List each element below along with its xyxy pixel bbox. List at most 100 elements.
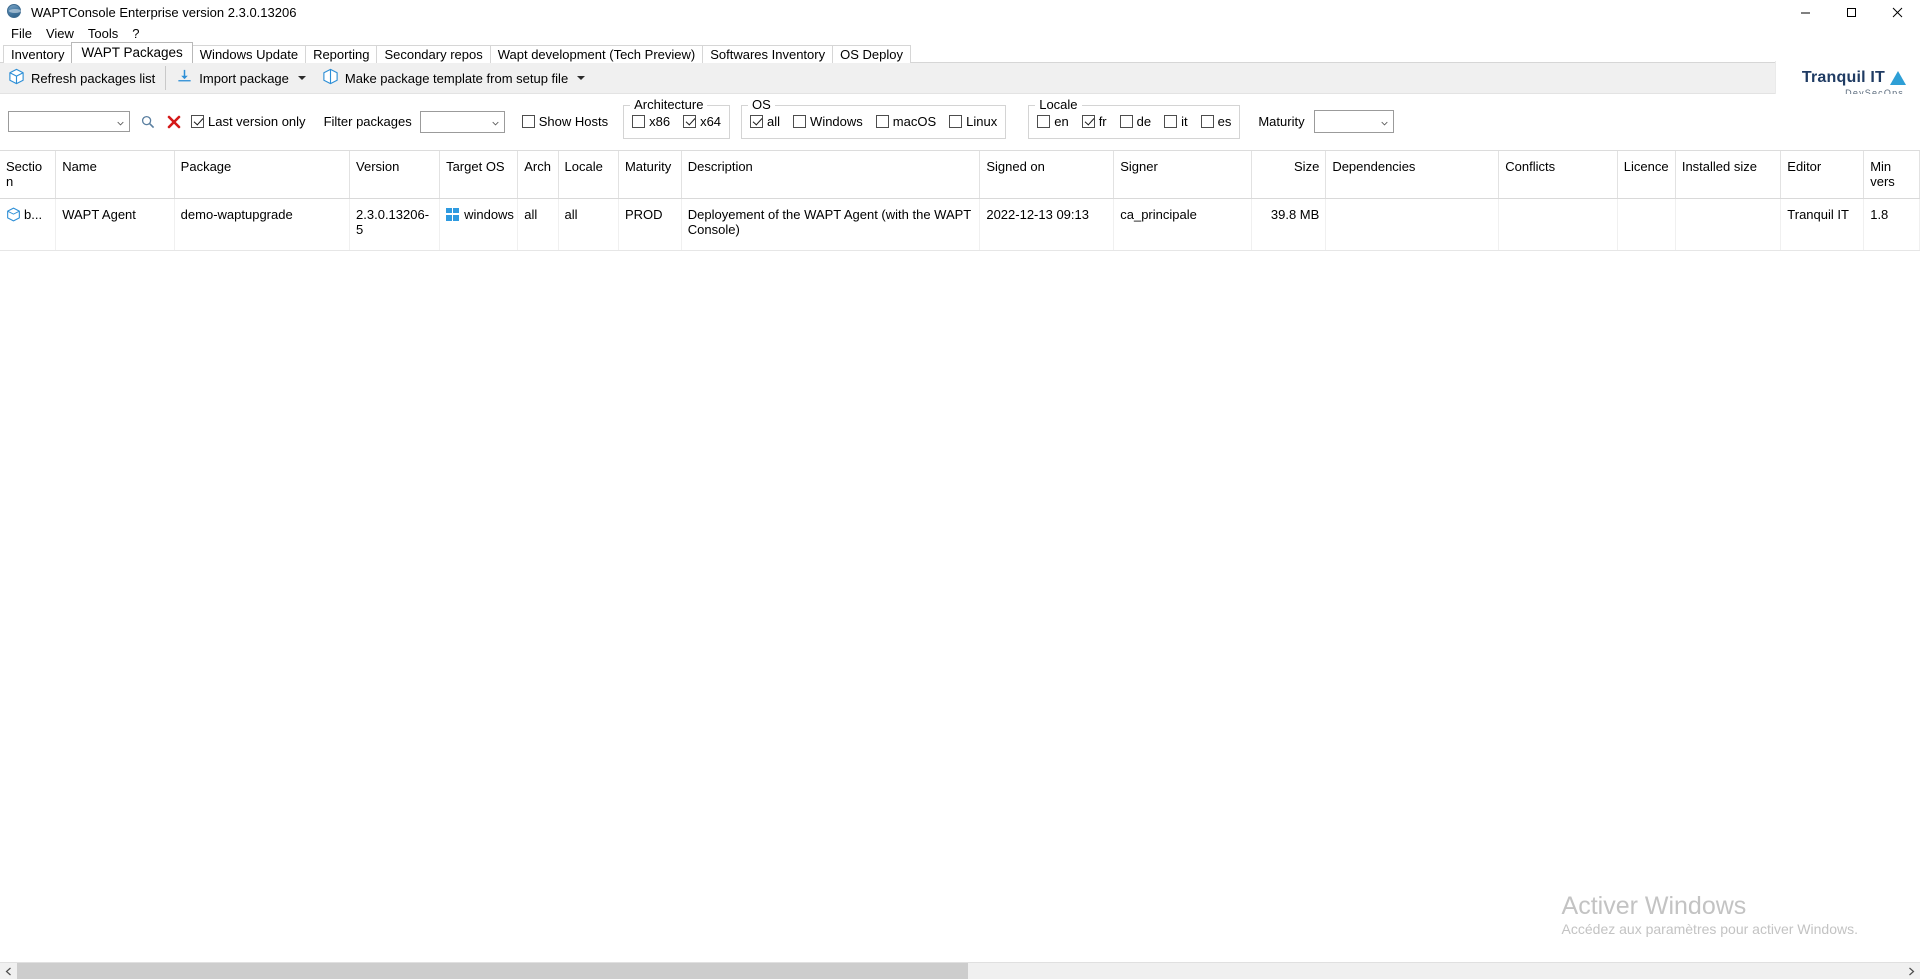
search-input[interactable] [8, 111, 130, 132]
checkbox-box[interactable] [1119, 115, 1133, 128]
scrollbar-track[interactable] [17, 962, 1903, 979]
column-header-section[interactable]: Section [0, 151, 57, 199]
tab-reporting[interactable]: Reporting [305, 45, 378, 63]
column-header-min-vers[interactable]: Min vers [1863, 151, 1920, 199]
checkbox-box[interactable] [1200, 115, 1214, 128]
chevron-down-icon[interactable] [117, 120, 124, 127]
title-bar: WAPTConsole Enterprise version 2.3.0.132… [0, 0, 1920, 24]
cell-target-os-text: windows [464, 206, 514, 222]
scroll-right-arrow-icon[interactable] [1903, 963, 1920, 979]
arch-x64-checkbox[interactable]: x64 [683, 114, 721, 129]
locale-group-title: Locale [1035, 96, 1082, 112]
wapt-globe-icon [5, 2, 25, 22]
architecture-group-title: Architecture [630, 96, 708, 112]
filter-packages-select[interactable] [419, 110, 505, 133]
tab-inventory[interactable]: Inventory [3, 45, 73, 63]
show-hosts-checkbox[interactable]: Show Hosts [521, 114, 608, 129]
scrollbar-thumb[interactable] [17, 962, 968, 979]
os-windows-checkbox[interactable]: Windows [793, 114, 863, 129]
column-header-version[interactable]: Version [349, 151, 441, 199]
column-header-dependencies[interactable]: Dependencies [1325, 151, 1500, 199]
tab-wapt-development[interactable]: Wapt development (Tech Preview) [489, 45, 704, 63]
chevron-down-icon[interactable] [1380, 120, 1388, 127]
watermark-line-2: Accédez aux paramètres pour activer Wind… [1561, 921, 1858, 937]
refresh-packages-list-button[interactable]: Refresh packages list [0, 64, 163, 92]
menu-view[interactable]: View [39, 24, 81, 44]
column-header-package[interactable]: Package [174, 151, 351, 199]
chevron-down-icon[interactable] [297, 76, 306, 80]
search-button[interactable] [137, 111, 159, 133]
checkbox-box[interactable] [632, 115, 646, 128]
os-linux-checkbox[interactable]: Linux [949, 114, 997, 129]
column-header-editor[interactable]: Editor [1780, 151, 1865, 199]
column-header-arch[interactable]: Arch [517, 151, 559, 199]
scroll-left-arrow-icon[interactable] [0, 963, 17, 979]
toolbar-separator [165, 66, 167, 90]
watermark-line-1: Activer Windows [1561, 892, 1747, 920]
checkbox-box[interactable] [521, 115, 535, 128]
minimize-button[interactable] [1782, 0, 1828, 24]
checkbox-box[interactable] [1164, 115, 1178, 128]
locale-es-checkbox[interactable]: es [1200, 114, 1231, 129]
package-box-icon [6, 207, 21, 222]
locale-it-checkbox[interactable]: it [1164, 114, 1188, 129]
column-header-licence[interactable]: Licence [1617, 151, 1676, 199]
checkbox-box[interactable] [875, 115, 889, 128]
tab-softwares-inventory[interactable]: Softwares Inventory [702, 45, 834, 63]
column-header-signed-on[interactable]: Signed on [979, 151, 1115, 199]
menu-help[interactable]: ? [125, 24, 146, 44]
cell-signer: ca_principale [1113, 198, 1252, 251]
column-header-installed-size[interactable]: Installed size [1675, 151, 1782, 199]
tab-os-deploy[interactable]: OS Deploy [832, 45, 911, 63]
cell-licence [1617, 198, 1676, 251]
locale-en-checkbox[interactable]: en [1037, 114, 1069, 129]
cell-description: Deployement of the WAPT Agent (with the … [681, 198, 981, 251]
chevron-down-icon[interactable] [577, 76, 586, 80]
menu-tools[interactable]: Tools [81, 24, 125, 44]
locale-de-checkbox[interactable]: de [1119, 114, 1151, 129]
column-header-locale[interactable]: Locale [558, 151, 619, 199]
maturity-select[interactable] [1313, 110, 1394, 133]
column-header-name[interactable]: Name [55, 151, 175, 199]
menu-file[interactable]: File [4, 24, 39, 44]
tab-windows-update[interactable]: Windows Update [191, 45, 307, 63]
checkbox-box[interactable] [683, 115, 697, 128]
last-version-only-checkbox[interactable]: Last version only [191, 114, 306, 129]
column-header-target-os[interactable]: Target OS [439, 151, 519, 199]
close-button[interactable] [1874, 0, 1920, 24]
windows-logo-icon [446, 207, 460, 221]
locale-fr-checkbox[interactable]: fr [1081, 114, 1107, 129]
column-header-maturity[interactable]: Maturity [618, 151, 682, 199]
tab-secondary-repos[interactable]: Secondary repos [376, 45, 491, 63]
column-header-size[interactable]: Size [1251, 151, 1327, 199]
os-macos-checkbox[interactable]: macOS [875, 114, 936, 129]
column-header-signer[interactable]: Signer [1113, 151, 1252, 199]
checkbox-box[interactable] [949, 115, 963, 128]
os-all-checkbox[interactable]: all [750, 114, 780, 129]
main-tab-bar: Inventory WAPT Packages Windows Update R… [0, 42, 1920, 63]
arch-x86-checkbox[interactable]: x86 [632, 114, 670, 129]
table-header-row: Section Name Package Version Target OS A… [0, 151, 1920, 199]
packages-table-container[interactable]: Section Name Package Version Target OS A… [0, 150, 1920, 962]
checkbox-box[interactable] [1037, 115, 1051, 128]
logo-name: Tranquil IT [1801, 68, 1885, 86]
locale-group: Locale en fr de it es [1028, 96, 1241, 139]
maximize-button[interactable] [1828, 0, 1874, 24]
package-box-icon [8, 68, 25, 88]
table-row[interactable]: b... WAPT Agent demo-waptupgrade 2.3.0.1… [0, 198, 1920, 251]
import-package-button[interactable]: Import package [168, 64, 314, 92]
column-header-conflicts[interactable]: Conflicts [1498, 151, 1618, 199]
checkbox-box[interactable] [793, 115, 807, 128]
packages-toolbar: Refresh packages list Import package Mak… [0, 61, 1920, 105]
column-header-description[interactable]: Description [681, 151, 981, 199]
checkbox-box[interactable] [1081, 115, 1095, 128]
packages-table: Section Name Package Version Target OS A… [0, 151, 1920, 251]
chevron-down-icon[interactable] [492, 120, 499, 127]
checkbox-box[interactable] [191, 115, 204, 128]
cell-section-text: b... [24, 206, 43, 222]
checkbox-box[interactable] [750, 115, 764, 128]
clear-filter-button[interactable] [163, 111, 185, 133]
make-package-template-button[interactable]: Make package template from setup file [314, 64, 593, 92]
tab-wapt-packages[interactable]: WAPT Packages [71, 42, 193, 63]
horizontal-scrollbar[interactable] [0, 962, 1920, 979]
